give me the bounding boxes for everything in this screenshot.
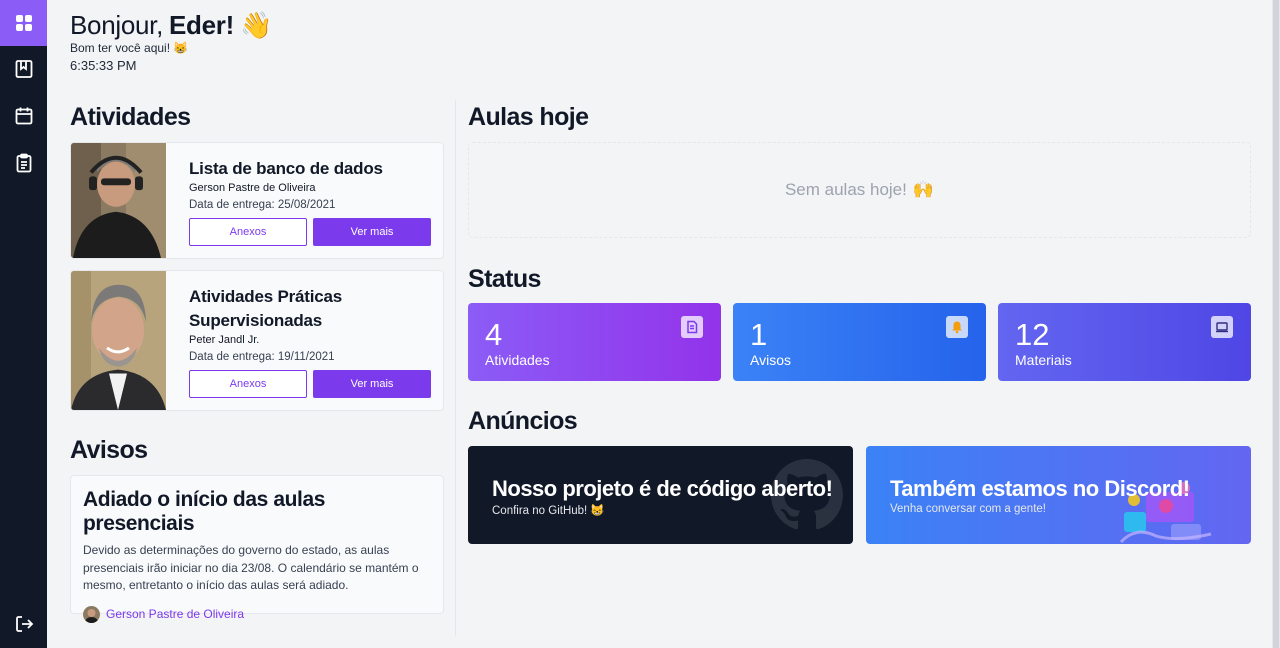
activity-title: Atividades Práticas Supervisionadas [189, 287, 343, 330]
sidebar-item-calendar[interactable] [0, 93, 47, 139]
notice-card: Adiado o início das aulas presenciais De… [70, 475, 444, 623]
activities-title: Atividades [70, 103, 191, 131]
activity-body: Lista de banco de dados Gerson Pastre de… [189, 157, 431, 246]
greeting-subtitle: Bom ter você aqui! 😸 [70, 41, 189, 55]
status-card-notices[interactable]: 1 Avisos [733, 303, 986, 381]
announcements-title: Anúncios [468, 407, 578, 435]
raising-hands-emoji: 🙌 [912, 180, 935, 199]
document-icon [681, 316, 703, 338]
clipboard-icon [16, 153, 31, 173]
see-more-button[interactable]: Ver mais [313, 370, 431, 398]
status-label: Atividades [485, 352, 550, 368]
activity-due-date: Data de entrega: 19/11/2021 [189, 351, 335, 363]
logout-icon [15, 616, 33, 632]
activity-title: Lista de banco de dados [189, 159, 383, 178]
announcement-subtitle: Confira no GitHub! 😸 [492, 505, 605, 517]
greeting-header: Bonjour, Eder! 👋 Bom ter você aqui! 😸 6:… [70, 10, 272, 73]
notice-title: Adiado o início das aulas presenciais [83, 488, 326, 535]
announcement-subtitle: Venha conversar com a gente! [890, 503, 1046, 515]
announcement-github[interactable]: Nosso projeto é de código aberto! Confir… [468, 446, 853, 544]
classes-empty-text: Sem aulas hoje! [784, 180, 907, 199]
sidebar-item-books[interactable] [0, 46, 47, 92]
clock-time: 6:35:33 PM [70, 58, 137, 73]
status-label: Materiais [1015, 352, 1072, 368]
activity-actions: Anexos Ver mais [189, 218, 431, 246]
teacher-photo [71, 271, 166, 410]
attachments-button[interactable]: Anexos [189, 218, 307, 246]
book-icon [15, 60, 32, 78]
avatar [83, 605, 100, 623]
sidebar-item-dashboard[interactable] [0, 0, 47, 46]
notices-title: Avisos [70, 436, 148, 464]
calendar-icon [15, 107, 32, 125]
notice-author-name: Gerson Pastre de Oliveira [106, 607, 245, 621]
status-card-materials[interactable]: 12 Materiais [998, 303, 1251, 381]
sidebar [0, 0, 47, 648]
status-title: Status [468, 265, 541, 293]
status-value: 4 [485, 317, 503, 352]
greeting-name: Eder! [169, 10, 234, 40]
greeting-hello: Bonjour, [70, 10, 164, 40]
activity-card: Lista de banco de dados Gerson Pastre de… [70, 142, 444, 259]
bell-icon [946, 316, 968, 338]
notice-author[interactable]: Gerson Pastre de Oliveira [83, 605, 431, 623]
sidebar-item-tasks[interactable] [0, 140, 47, 186]
activity-due-date: Data de entrega: 25/08/2021 [189, 199, 336, 211]
activity-card: Atividades Práticas Supervisionadas Pete… [70, 270, 444, 411]
status-value: 1 [750, 317, 768, 352]
classes-today-title: Aulas hoje [468, 103, 589, 131]
waving-hand-emoji: 👋 [239, 10, 273, 40]
greeting-title: Bonjour, Eder! 👋 [70, 10, 272, 41]
announcement-title: Também estamos no Discord! [890, 476, 1190, 501]
scrollbar-thumb[interactable] [1273, 0, 1279, 648]
attachments-button[interactable]: Anexos [189, 370, 307, 398]
see-more-button[interactable]: Ver mais [313, 218, 431, 246]
column-divider [455, 100, 456, 636]
announcement-title: Nosso projeto é de código aberto! [492, 476, 833, 501]
classes-empty-state: Sem aulas hoje! 🙌 [468, 142, 1251, 238]
laptop-icon [1211, 316, 1233, 338]
status-value: 12 [1015, 317, 1050, 352]
activity-author: Peter Jandl Jr. [189, 334, 260, 346]
status-label: Avisos [750, 352, 791, 368]
scrollbar[interactable] [1272, 0, 1280, 648]
activity-body: Atividades Práticas Supervisionadas Pete… [189, 285, 431, 398]
teacher-photo [71, 143, 166, 258]
activity-actions: Anexos Ver mais [189, 370, 431, 398]
notice-text: Devido as determinações do governo do es… [83, 543, 419, 592]
announcement-discord[interactable]: Também estamos no Discord! Venha convers… [866, 446, 1251, 544]
activity-author: Gerson Pastre de Oliveira [189, 182, 316, 194]
logout-button[interactable] [0, 601, 47, 647]
grid-icon [15, 15, 32, 31]
status-card-activities[interactable]: 4 Atividades [468, 303, 721, 381]
